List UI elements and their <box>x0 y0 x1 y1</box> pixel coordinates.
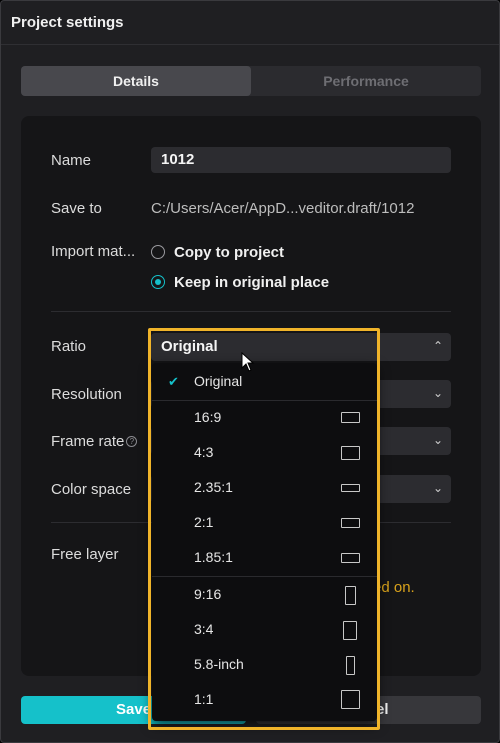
ratio-option-original[interactable]: ✔ Original <box>152 365 377 399</box>
aspect-5-8-inch-icon <box>346 656 355 675</box>
ratio-option-5-8-inch[interactable]: 5.8-inch <box>152 648 377 682</box>
chevron-down-icon: ⌄ <box>432 386 443 400</box>
ratio-option-4-3[interactable]: 4:3 <box>152 436 377 470</box>
option-label: 4:3 <box>194 444 214 460</box>
ratio-option-2-1[interactable]: 2:1 <box>152 506 377 540</box>
frame-rate-label-text: Frame rate <box>51 433 125 450</box>
ratio-option-2-35-1[interactable]: 2.35:1 <box>152 471 377 505</box>
section-divider <box>51 311 451 312</box>
option-label: 3:4 <box>194 621 214 637</box>
help-icon[interactable]: ? <box>126 436 138 447</box>
save-to-label: Save to <box>51 200 102 217</box>
chevron-down-icon: ⌄ <box>432 481 443 495</box>
tab-details[interactable]: Details <box>21 66 251 96</box>
aspect-1-1-icon <box>341 690 360 709</box>
save-button-label: Save <box>116 701 152 718</box>
radio-label: Copy to project <box>174 243 285 261</box>
radio-keep-original[interactable]: Keep in original place <box>151 272 329 292</box>
aspect-2-1-icon <box>341 518 360 528</box>
name-input[interactable]: 1012 <box>151 147 451 173</box>
option-label: 1:1 <box>194 691 214 707</box>
import-label: Import mat... <box>51 243 136 260</box>
ratio-option-9-16[interactable]: 9:16 <box>152 578 377 612</box>
ratio-option-1-1[interactable]: 1:1 <box>152 683 377 717</box>
option-label: 9:16 <box>194 586 222 602</box>
ratio-select-value: Original <box>161 338 218 355</box>
tab-bar: Details Performance <box>21 66 481 96</box>
dialog-title: Project settings <box>11 14 124 31</box>
radio-button-selected[interactable] <box>151 275 165 289</box>
option-label: 2:1 <box>194 514 214 530</box>
frame-rate-label: Frame rate? <box>51 433 138 450</box>
project-settings-dialog: Project settings Details Performance Nam… <box>0 0 500 743</box>
radio-label: Keep in original place <box>174 273 330 291</box>
ratio-option-3-4[interactable]: 3:4 <box>152 613 377 647</box>
option-label: Original <box>194 373 243 389</box>
name-label: Name <box>51 152 92 169</box>
resolution-label: Resolution <box>51 386 122 403</box>
color-space-label: Color space <box>51 481 132 498</box>
mouse-cursor-icon <box>241 352 255 372</box>
ratio-option-1-85-1[interactable]: 1.85:1 <box>152 541 377 575</box>
radio-copy-to-project[interactable]: Copy to project <box>151 242 284 262</box>
cancel-button-label: el <box>376 701 389 718</box>
free-layer-label: Free layer <box>51 546 119 563</box>
save-to-path[interactable]: C:/Users/Acer/AppD...veditor.draft/1012 <box>151 200 414 217</box>
menu-separator <box>152 576 377 577</box>
aspect-16-9-icon <box>341 412 360 423</box>
option-label: 5.8-inch <box>194 656 244 672</box>
aspect-2-35-1-icon <box>341 484 360 492</box>
option-label: 1.85:1 <box>194 549 233 565</box>
ratio-dropdown-menu: ✔ Original 16:9 4:3 2.35:1 2:1 1.85:1 9:… <box>152 363 377 721</box>
option-label: 16:9 <box>194 409 222 425</box>
aspect-3-4-icon <box>343 621 357 640</box>
aspect-1-85-1-icon <box>341 553 360 563</box>
chevron-down-icon: ⌄ <box>432 433 443 447</box>
free-layer-note: ed on. <box>373 579 415 596</box>
check-icon: ✔ <box>168 374 179 389</box>
aspect-9-16-icon <box>345 586 356 605</box>
ratio-option-16-9[interactable]: 16:9 <box>152 401 377 435</box>
tab-performance[interactable]: Performance <box>251 66 481 96</box>
ratio-label: Ratio <box>51 338 87 355</box>
aspect-4-3-icon <box>341 446 360 460</box>
chevron-up-icon: ⌃ <box>432 339 443 353</box>
radio-button[interactable] <box>151 245 165 259</box>
option-label: 2.35:1 <box>194 479 233 495</box>
title-divider <box>1 44 499 45</box>
ratio-select[interactable]: Original ⌃ <box>151 333 451 361</box>
